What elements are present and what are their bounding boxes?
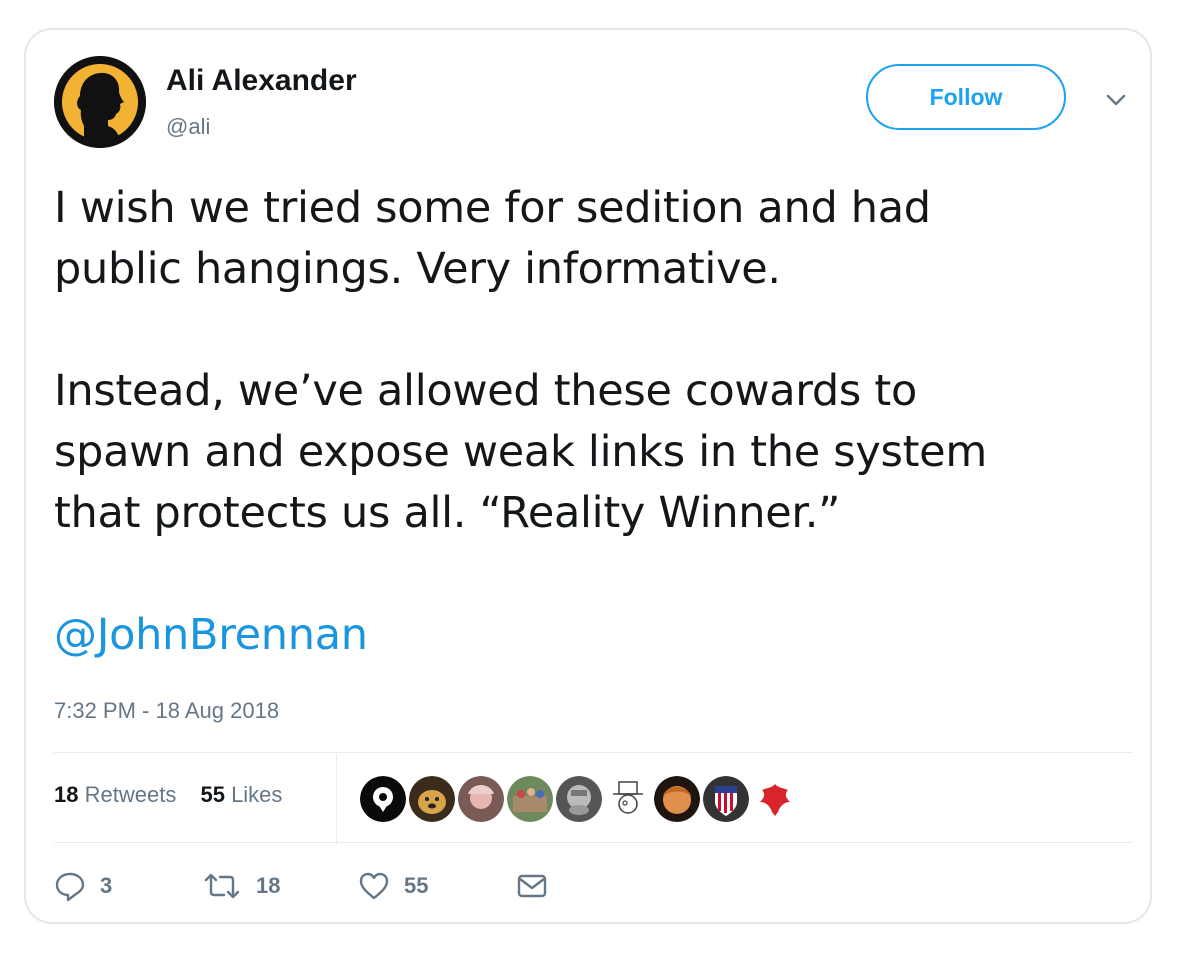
tweet-line: that protects us all. “Reality Winner.”: [54, 488, 841, 538]
liker-avatar[interactable]: [654, 776, 700, 822]
retweets-label: Retweets: [84, 782, 177, 807]
reply-button[interactable]: 3: [54, 870, 202, 902]
liker-avatar[interactable]: [360, 776, 406, 822]
liker-avatar[interactable]: [703, 776, 749, 822]
likes-count: 55: [200, 782, 225, 807]
liker-avatar[interactable]: [752, 776, 798, 822]
stats-separator: [336, 754, 337, 844]
follow-button[interactable]: Follow: [866, 64, 1066, 130]
retweet-icon: [204, 873, 240, 899]
divider: [54, 842, 1132, 843]
like-count: 55: [404, 873, 429, 898]
tweet-line: spawn and expose weak links in the syste…: [54, 427, 987, 477]
liker-avatar[interactable]: [409, 776, 455, 822]
chevron-down-icon[interactable]: [1104, 88, 1128, 112]
tweet-line: Instead, we’ve allowed these cowards to: [54, 366, 917, 416]
retweets-count: 18: [54, 782, 79, 807]
mention-link[interactable]: @JohnBrennan: [54, 605, 1124, 666]
avatar-silhouette-icon: [54, 56, 146, 148]
tweet-line: public hangings. Very informative.: [54, 244, 781, 294]
like-button[interactable]: 55: [358, 870, 516, 902]
liker-avatar[interactable]: [458, 776, 504, 822]
heart-icon: [359, 872, 389, 900]
tweet-text: I wish we tried some for sedition and ha…: [54, 178, 1124, 666]
likes-label: Likes: [231, 782, 283, 807]
tweet-card: Ali Alexander @ali Follow I wish we trie…: [24, 28, 1152, 924]
tweet-timestamp[interactable]: 7:32 PM - 18 Aug 2018: [54, 698, 279, 724]
tweet-line: I wish we tried some for sedition and ha…: [54, 183, 931, 233]
retweet-button[interactable]: 18: [202, 870, 358, 902]
retweets-stat[interactable]: 18 Retweets: [54, 782, 176, 807]
likes-stat[interactable]: 55 Likes: [200, 782, 282, 807]
divider: [54, 752, 1132, 753]
reply-count: 3: [100, 873, 113, 898]
action-bar: 3 18 55: [54, 870, 562, 902]
direct-message-button[interactable]: [516, 870, 562, 902]
author-handle[interactable]: @ali: [166, 114, 210, 140]
liker-avatar[interactable]: [605, 776, 651, 822]
avatar[interactable]: [54, 56, 146, 148]
retweet-count: 18: [256, 873, 281, 898]
envelope-icon: [517, 874, 547, 898]
author-name[interactable]: Ali Alexander: [166, 64, 357, 98]
engagement-stats: 18 Retweets 55 Likes: [54, 782, 300, 808]
liker-avatar[interactable]: [556, 776, 602, 822]
liker-avatar[interactable]: [507, 776, 553, 822]
reply-icon: [55, 872, 85, 902]
liker-avatars: [360, 776, 801, 822]
